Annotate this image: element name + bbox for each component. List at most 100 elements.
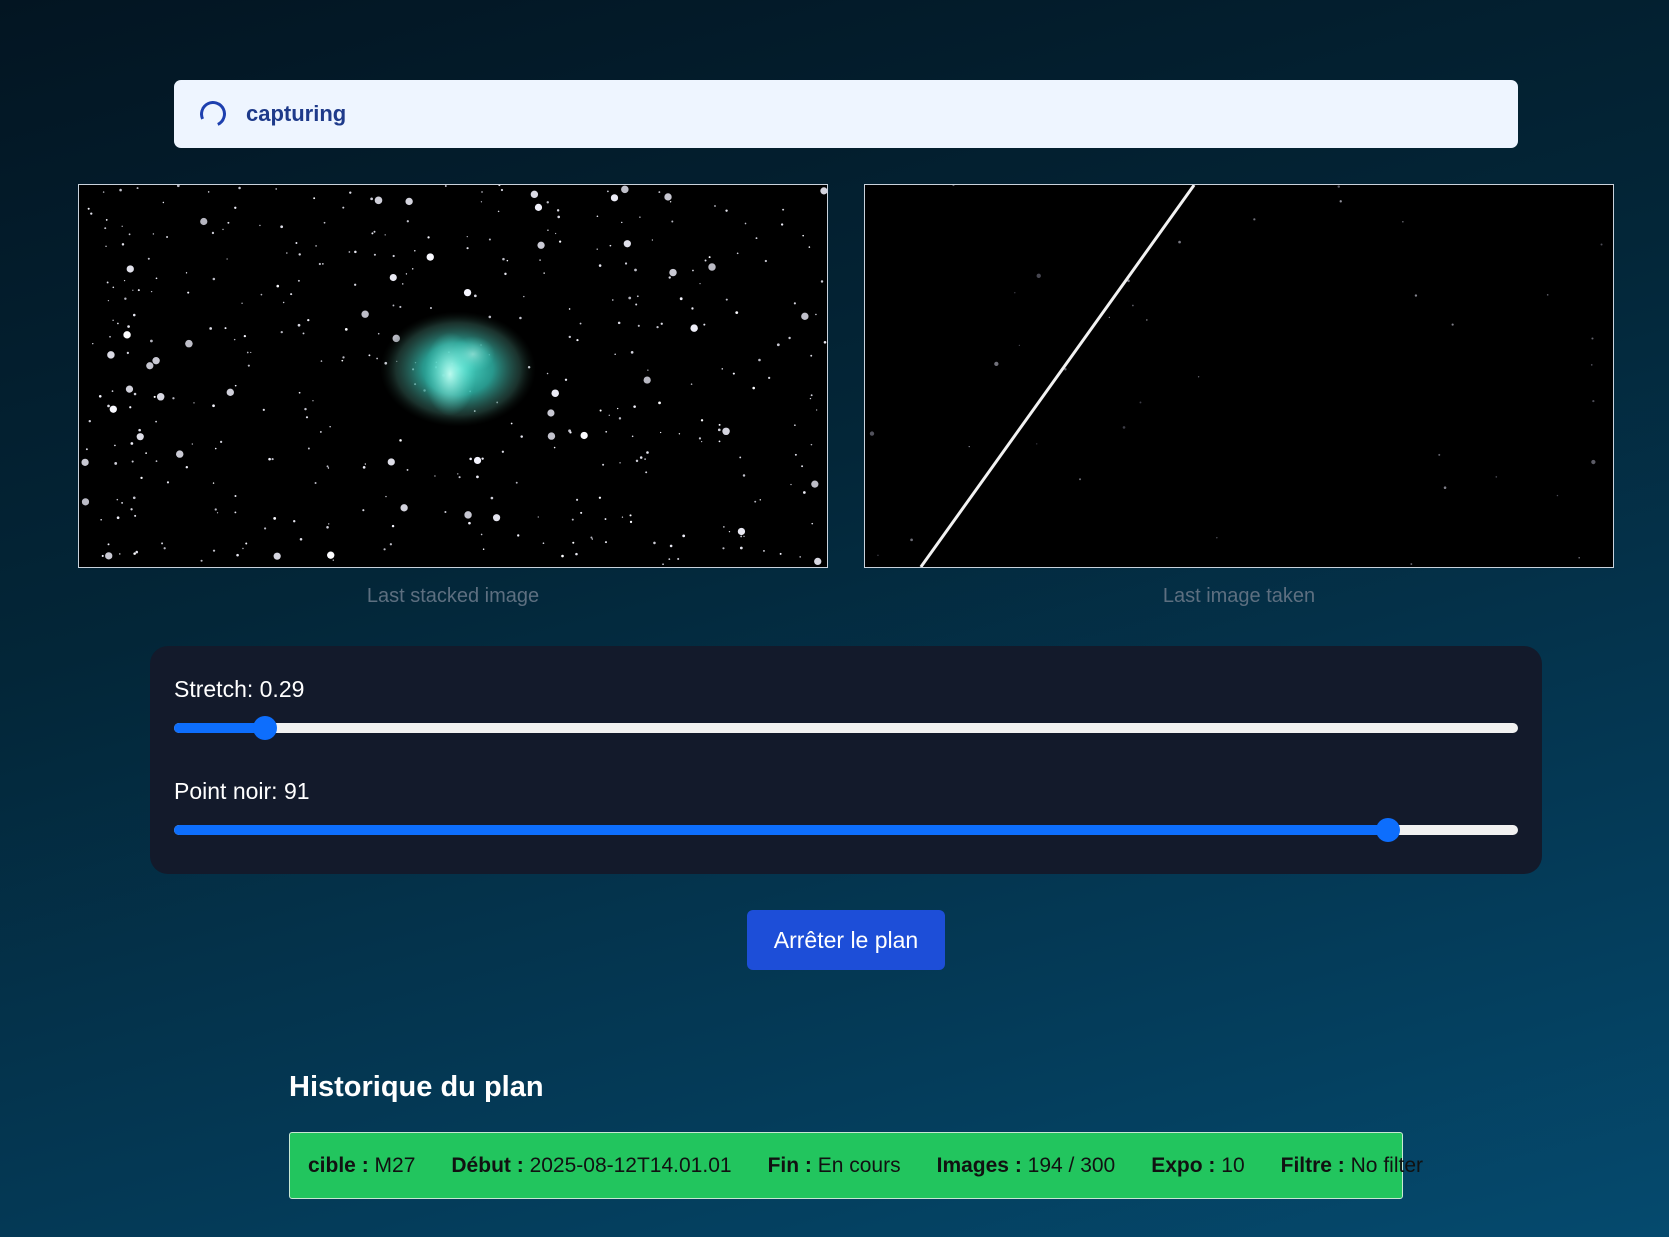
star (273, 552, 281, 560)
star (755, 237, 758, 240)
stretch-slider-thumb[interactable] (253, 716, 278, 740)
star (608, 414, 610, 416)
star (718, 440, 721, 443)
black-point-slider-thumb[interactable] (1375, 818, 1400, 842)
star (234, 494, 237, 497)
star (580, 511, 583, 514)
star (153, 395, 156, 398)
star (482, 548, 485, 550)
star (543, 272, 545, 274)
star (85, 448, 88, 451)
star (247, 364, 250, 367)
star (500, 188, 504, 192)
star (152, 356, 160, 365)
star (112, 286, 115, 289)
star (132, 313, 136, 317)
star (364, 463, 367, 465)
star (575, 552, 578, 556)
star (119, 188, 122, 192)
star (610, 194, 619, 202)
star (392, 304, 395, 307)
star (155, 460, 158, 463)
star (246, 351, 249, 354)
star (212, 277, 216, 281)
star (134, 514, 137, 517)
star (1139, 401, 1142, 404)
star (497, 210, 500, 213)
star (81, 458, 89, 466)
star (645, 471, 648, 474)
star (590, 536, 593, 539)
star (504, 272, 507, 276)
star (116, 498, 119, 501)
star (488, 238, 491, 241)
star (596, 248, 598, 250)
star (723, 526, 725, 528)
star (759, 499, 761, 501)
star (135, 550, 139, 554)
star (678, 433, 681, 435)
star (501, 450, 505, 453)
star (517, 534, 520, 537)
star (811, 522, 814, 525)
star (414, 249, 416, 252)
star (121, 243, 125, 246)
star (463, 288, 472, 297)
star (662, 563, 664, 566)
star (1337, 185, 1340, 188)
star (101, 554, 104, 557)
star (313, 197, 316, 200)
star (400, 504, 408, 512)
star (126, 265, 134, 273)
star (212, 404, 215, 408)
star (744, 222, 747, 225)
star (701, 441, 703, 443)
star (703, 323, 706, 326)
star (754, 500, 757, 503)
star (444, 185, 447, 187)
star (679, 297, 683, 301)
star (617, 321, 621, 325)
star (814, 557, 822, 566)
star (799, 556, 801, 558)
star (616, 407, 619, 410)
stretch-slider[interactable] (174, 716, 1518, 740)
star (271, 457, 274, 461)
star (742, 474, 746, 477)
star (793, 302, 796, 305)
star (87, 207, 90, 210)
star (121, 502, 123, 504)
star (344, 327, 348, 331)
black-point-slider[interactable] (174, 818, 1518, 842)
star (342, 206, 345, 209)
star (116, 516, 120, 520)
star (599, 409, 602, 412)
star (374, 196, 383, 205)
star (273, 516, 277, 520)
star (193, 402, 195, 404)
star (1132, 304, 1134, 307)
star (1253, 218, 1256, 221)
star (370, 197, 373, 201)
star (295, 242, 298, 244)
star (542, 542, 545, 545)
star (810, 394, 813, 397)
star (362, 465, 366, 469)
star (297, 279, 300, 282)
star (241, 302, 243, 304)
star (621, 185, 629, 194)
stop-plan-button[interactable]: Arrêter le plan (747, 910, 945, 970)
star (373, 253, 376, 256)
star (399, 439, 402, 442)
star (1556, 494, 1559, 497)
star (290, 293, 293, 296)
star (81, 498, 90, 506)
star (801, 465, 804, 468)
status-text: capturing (246, 101, 347, 126)
star (297, 323, 301, 327)
star (474, 294, 477, 298)
star (348, 251, 351, 253)
star (405, 273, 408, 275)
star (692, 269, 694, 272)
star (553, 446, 556, 449)
